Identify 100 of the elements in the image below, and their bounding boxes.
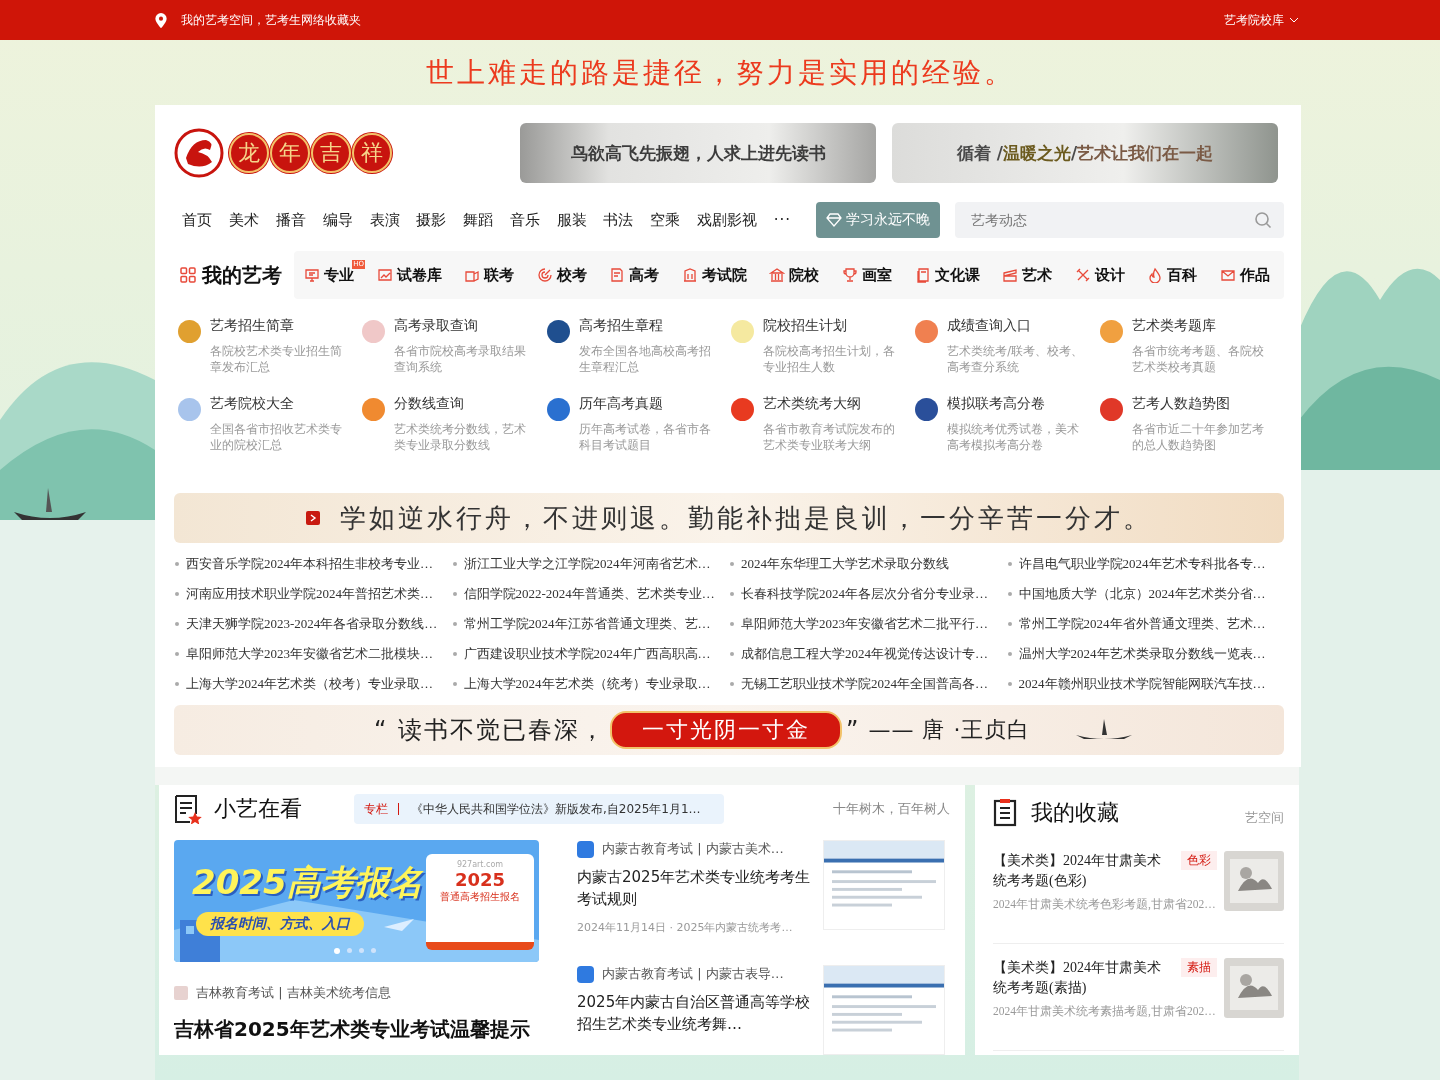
calendar-note: 普通高考招生报名	[440, 890, 520, 904]
quick-link-card[interactable]: 分数线查询 艺术类统考分数线，艺术类专业录取分数线	[362, 395, 547, 453]
carousel-dot[interactable]	[334, 948, 340, 954]
trophy-icon	[842, 267, 859, 283]
quick-link-card[interactable]: 艺考院校大全 全国各省市招收艺术类专业的院校汇总	[178, 395, 363, 453]
nav-link[interactable]: 服装	[553, 210, 591, 230]
link-description: 历年高考试卷，各省市各科目考试题目	[578, 421, 712, 453]
article-link[interactable]: 西安音乐学院2024年本科招生非校考专业…	[174, 549, 452, 579]
nav-link[interactable]: 表演	[366, 210, 403, 230]
quick-link-card[interactable]: 院校招生计划 各院校高考招生计划，各专业招生人数	[731, 317, 916, 375]
article-link[interactable]: 河南应用技术职业学院2024年普招艺术类…	[174, 579, 452, 609]
nav-link[interactable]: 舞蹈	[459, 210, 497, 230]
article-link[interactable]: 常州工学院2024年江苏省普通文理类、艺…	[451, 609, 729, 639]
quick-link-card[interactable]: 成绩查询入口 艺术类统考/联考、校考、高考查分系统	[915, 317, 1100, 375]
article-link[interactable]: 信阳学院2022-2024年普通类、艺术类专业…	[451, 579, 729, 609]
category-link[interactable]: 画室	[842, 265, 893, 285]
article-link[interactable]: 中国地质大学（北京）2024年艺术类分省…	[1006, 579, 1284, 609]
article-link[interactable]: 2024年赣州职业技术学院智能网联汽车技…	[1006, 669, 1284, 699]
poem-line: “ 读书不觉已春深，	[374, 715, 607, 746]
article-link[interactable]: 阜阳师范大学2023年安徽省艺术二批平行…	[729, 609, 1007, 639]
news-source: 内蒙古教育考试 | 内蒙古美术…	[602, 840, 784, 858]
nav-link[interactable]: 播音	[272, 210, 310, 230]
nav-link[interactable]: 首页	[179, 210, 216, 230]
link-description: 艺术类统考分数线，艺术类专业录取分数线	[394, 421, 528, 453]
article-link[interactable]: 温州大学2024年艺术类录取分数线一览表…	[1006, 639, 1284, 669]
quick-link-card[interactable]: 高考录取查询 各省市院校高考录取结果查询系统	[362, 317, 547, 375]
link-title: 高考招生章程	[578, 317, 664, 335]
carousel-dot[interactable]	[347, 948, 352, 953]
article-link[interactable]: 阜阳师范大学2023年安徽省艺术二批模块…	[174, 639, 452, 669]
category-link[interactable]: 联考	[464, 265, 515, 285]
category-link[interactable]: 文化课	[914, 265, 980, 285]
article-link[interactable]: 长春科技学院2024年各层次分省分专业录…	[729, 579, 1007, 609]
link-title: 成绩查询入口	[947, 317, 1033, 335]
flame-icon	[1147, 267, 1164, 283]
category-link[interactable]: 百科	[1147, 265, 1198, 285]
nav-link[interactable]: 摄影	[412, 210, 450, 230]
article-link[interactable]: 广西建设职业技术学院2024年广西高职高…	[451, 639, 729, 669]
link-title: 艺考招生简章	[210, 317, 295, 335]
book-icon	[914, 267, 931, 283]
article-link[interactable]: 天津天狮学院2023-2024年各省录取分数线…	[174, 609, 452, 639]
news-title[interactable]: 内蒙古2025年艺术类专业统考考生考试规则	[577, 866, 813, 910]
nav-link[interactable]: 空乘	[646, 210, 684, 230]
quick-link-card[interactable]: 艺考招生简章 各院校艺术类专业招生简章发布汇总	[178, 317, 363, 375]
ink-banner[interactable]: 鸟欲高飞先振翅，人求上进先读书	[520, 123, 876, 183]
article-link[interactable]: 成都信息工程大学2024年视觉传达设计专…	[729, 639, 1007, 669]
quick-link-card[interactable]: 高考招生章程 发布全国各地高校高考招生章程汇总	[546, 317, 731, 375]
grid-icon	[180, 267, 196, 283]
search-field[interactable]: 艺考动态	[955, 202, 1284, 238]
link-title: 分数线查询	[394, 395, 466, 413]
nav-link[interactable]: 书法	[600, 210, 637, 230]
banner-headline: 2025高考报名	[192, 861, 423, 904]
nav-link[interactable]: 戏剧影视	[693, 210, 761, 230]
nav-link[interactable]: 音乐	[506, 210, 544, 230]
paper-plane-icon	[384, 919, 414, 931]
schools-menu[interactable]: 艺考院校库	[1224, 11, 1299, 29]
document-icon	[609, 267, 626, 283]
list-icon	[993, 799, 1017, 827]
article-link[interactable]: 许昌电气职业学院2024年艺术专科批各专…	[1006, 549, 1284, 579]
category-link[interactable]: 考试院	[681, 265, 747, 285]
favorite-description: 2024年甘肃美术统考色彩考题,甘肃省202…	[993, 897, 1217, 912]
nav-link[interactable]: 编导	[319, 210, 357, 230]
article-link[interactable]: 上海大学2024年艺术类（校考）专业录取…	[174, 669, 452, 699]
site-address: 927art.com	[456, 860, 504, 869]
carousel-dot[interactable]	[359, 948, 364, 953]
carousel-dot[interactable]	[371, 948, 376, 953]
category-link[interactable]: 高考	[609, 265, 660, 285]
nav-link[interactable]: 美术	[225, 210, 263, 230]
section-title: 我的艺考	[202, 261, 282, 289]
quick-link-card[interactable]: 历年高考真题 历年高考试卷，各省市各科目考试题目	[546, 395, 731, 453]
category-link[interactable]: 院校	[769, 265, 820, 285]
category-link[interactable]: 作品	[1219, 265, 1270, 285]
category-link[interactable]: 校考	[536, 265, 587, 285]
category-link[interactable]: 设计	[1074, 265, 1125, 285]
quick-link-card[interactable]: 艺考人数趋势图 各省市近二十年参加艺考的总人数趋势图	[1099, 395, 1284, 453]
tagline: 我的艺考空间，艺考生网络收藏夹	[181, 11, 361, 29]
ink-banner[interactable]: 循着 /温暖之光/艺术让我们在一起	[892, 123, 1278, 183]
play-icon	[306, 511, 320, 525]
favorite-title[interactable]: 【美术类】2024年甘肃美术统考考题(素描)	[993, 958, 1173, 998]
link-title: 模拟联考高分卷	[947, 395, 1047, 413]
more-link[interactable]: ···	[770, 211, 795, 229]
favorite-title[interactable]: 【美术类】2024年甘肃美术统考考题(色彩)	[993, 851, 1173, 891]
news-source: 内蒙古教育考试 | 内蒙古表导…	[602, 965, 784, 983]
quick-link-card[interactable]: 模拟联考高分卷 模拟统考优秀试卷，美术高考模拟考高分卷	[915, 395, 1100, 453]
article-link[interactable]: 2024年东华理工大学艺术录取分数线	[729, 549, 1007, 579]
news-meta: 2024年11月14日 · 2025年内蒙古统考考…	[577, 920, 794, 935]
news-title[interactable]: 2025年内蒙古自治区普通高等学校招生艺术类专业统考舞…	[577, 991, 813, 1035]
link-description: 各院校高考招生计划，各专业招生人数	[763, 343, 896, 375]
category-link[interactable]: 艺术	[1002, 265, 1053, 285]
article-link[interactable]: 无锡工艺职业技术学院2024年全国普高各…	[729, 669, 1007, 699]
quick-link-card[interactable]: 艺术类考题库 各省市统考考题、各院校艺术类校考真题	[1099, 317, 1284, 375]
category-link[interactable]: 专业	[304, 265, 354, 285]
column-notice[interactable]: 专栏 《中华人民共和国学位法》新版发布,自2025年1月1…	[354, 794, 724, 824]
mail-icon	[1219, 267, 1236, 283]
article-link[interactable]: 浙江工业大学之江学院2024年河南省艺术…	[451, 549, 729, 579]
article-link[interactable]: 上海大学2024年艺术类（统考）专业录取…	[451, 669, 729, 699]
article-link[interactable]: 常州工学院2024年省外普通文理类、艺术…	[1006, 609, 1284, 639]
headline-link[interactable]: 吉林省2025年艺术类专业考试温馨提示	[174, 1016, 539, 1043]
monitor-icon	[304, 267, 320, 283]
category-link[interactable]: 试卷库	[376, 265, 442, 285]
quick-link-card[interactable]: 艺术类统考大纲 各省市教育考试院发布的艺术类专业联考大纲	[731, 395, 916, 453]
